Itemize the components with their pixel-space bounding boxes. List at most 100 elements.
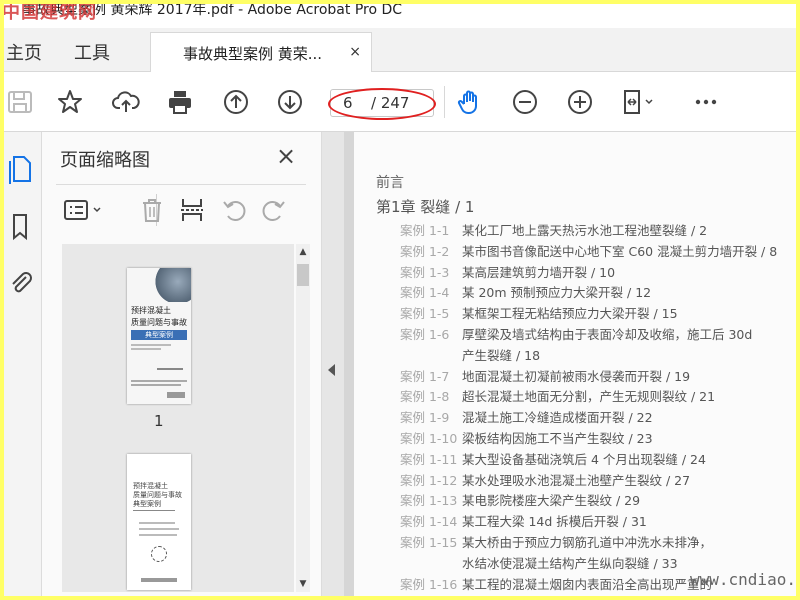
tab-tools[interactable]: 工具 xyxy=(74,39,110,65)
toolbar: 6 / 247 xyxy=(4,72,796,132)
cover-subtitle-line xyxy=(131,348,161,350)
toc-entry-text: 厚壁梁及墙式结构由于表面冷却及收缩，施工后 30d xyxy=(462,327,753,342)
options-menu-icon[interactable] xyxy=(62,194,106,226)
rotate-left-icon[interactable] xyxy=(218,194,250,226)
cover-bottom-line xyxy=(131,384,181,386)
toc-entry-label: 案例 1-10 xyxy=(400,431,458,446)
scrollbar-thumb[interactable] xyxy=(297,264,309,286)
cover-author-line xyxy=(157,368,183,370)
title-page-emblem xyxy=(151,546,167,562)
toc-entry-label: 案例 1-4 xyxy=(400,285,450,300)
page-number-field[interactable]: 6 / 247 xyxy=(330,89,434,117)
toc-entry-text: 某水处理吸水池混凝土池壁产生裂纹 / 27 xyxy=(462,473,691,488)
cover-title-line2: 质量问题与事故 xyxy=(131,318,187,327)
toc-entry-label: 案例 1-13 xyxy=(400,493,458,508)
toc-entry: 案例 1-6 厚壁梁及墙式结构由于表面冷却及收缩，施工后 30d xyxy=(400,324,752,343)
toc-entry: 案例 1-15 某大桥由于预应力钢筋孔道中冲洗水未排净， xyxy=(400,532,712,551)
close-tab-icon[interactable]: × xyxy=(349,44,361,60)
toc-entry-text: 某高层建筑剪力墙开裂 / 10 xyxy=(462,265,616,280)
toc-entry-text: 某化工厂地上露天热污水池工程池壁裂缝 / 2 xyxy=(462,223,708,238)
save-icon[interactable] xyxy=(4,86,36,118)
scroll-up-icon[interactable]: ▲ xyxy=(297,246,309,258)
close-panel-icon[interactable]: × xyxy=(276,142,296,170)
page-up-icon[interactable] xyxy=(220,86,252,118)
title-page-line3: 典型案例 xyxy=(133,500,161,508)
page-thumbnail-1[interactable]: 预拌混凝土 质量问题与事故 典型案例 xyxy=(127,268,191,404)
title-page-rule xyxy=(133,510,175,511)
toc-entry-text: 某框架工程无粘结预应力大梁开裂 / 15 xyxy=(462,306,678,321)
toc-entry-text: 超长混凝土地面无分割，产生无规则裂纹 / 21 xyxy=(462,389,716,404)
toc-entry-label: 案例 1-11 xyxy=(400,452,458,467)
toc-entry-label: 案例 1-7 xyxy=(400,369,450,384)
toc-entry: 案例 1-14 某工程大梁 14d 拆模后开裂 / 31 xyxy=(400,511,647,530)
toolbar-separator xyxy=(444,86,445,118)
cover-band: 典型案例 xyxy=(131,330,187,340)
toc-entry: 案例 1-13 某电影院楼座大梁产生裂纹 / 29 xyxy=(400,490,640,509)
toc-entry-label: 案例 1-2 xyxy=(400,244,450,259)
insert-page-icon[interactable] xyxy=(176,194,208,226)
thumbnail-panel: 页面缩略图 × 预拌混凝土 质量问题与事故 典型案例 1 预拌混凝土 质量问题与… xyxy=(42,132,322,596)
title-page-text-line xyxy=(139,528,179,530)
toc-entry-text: 某工程大梁 14d 拆模后开裂 / 31 xyxy=(462,514,647,529)
watermark-logo: 中国建筑网 xyxy=(4,4,97,23)
toc-entry-label: 案例 1-5 xyxy=(400,306,450,321)
tab-home[interactable]: 主页 xyxy=(6,39,42,65)
thumbnail-list[interactable]: 预拌混凝土 质量问题与事故 典型案例 1 预拌混凝土 质量问题与事故 典型案例 xyxy=(62,244,294,592)
toc-entry-label: 案例 1-3 xyxy=(400,265,450,280)
thumbnail-scrollbar[interactable]: ▲ ▼ xyxy=(296,244,310,592)
title-page-publisher xyxy=(141,578,177,582)
hand-icon[interactable] xyxy=(454,86,486,118)
cover-subtitle-line xyxy=(131,344,171,346)
rotate-right-icon[interactable] xyxy=(258,194,290,226)
upload-icon[interactable] xyxy=(110,86,142,118)
attachment-icon[interactable] xyxy=(6,268,36,298)
scroll-down-icon[interactable]: ▼ xyxy=(297,578,309,590)
panel-divider xyxy=(56,184,306,185)
toc-entry-label: 案例 1-16 xyxy=(400,577,458,592)
acrobat-window: 中国建筑网 事故典型案例 黄荣辉 2017年.pdf - Adobe Acrob… xyxy=(4,4,796,596)
document-page: 前言 第1章 裂缝 / 1 案例 1-1 某化工厂地上露天热污水池工程池壁裂缝 /… xyxy=(354,132,796,596)
star-icon[interactable] xyxy=(54,86,86,118)
more-icon[interactable] xyxy=(690,86,722,118)
document-view[interactable]: 前言 第1章 裂缝 / 1 案例 1-1 某化工厂地上露天热污水池工程池壁裂缝 /… xyxy=(344,132,796,596)
toc-entry: 案例 1-1 某化工厂地上露天热污水池工程池壁裂缝 / 2 xyxy=(400,220,707,239)
toc-entry-text: 某 20m 预制预应力大梁开裂 / 12 xyxy=(462,285,652,300)
toc-entry-text: 水结冰使混凝土结构产生纵向裂缝 / 33 xyxy=(462,556,678,571)
toc-entry: 水结冰使混凝土结构产生纵向裂缝 / 33 xyxy=(400,553,678,572)
collapse-panel-icon[interactable] xyxy=(328,364,335,376)
watermark-url: www.cndiao.com xyxy=(690,570,796,589)
panel-splitter[interactable] xyxy=(322,132,344,596)
preface-heading: 前言 xyxy=(376,175,404,191)
toc-entry: 案例 1-16 某工程的混凝土烟囱内表面沿全高出现严重的 xyxy=(400,574,712,593)
title-page-line2: 质量问题与事故 xyxy=(133,491,182,499)
toc-entry-text: 某大桥由于预应力钢筋孔道中冲洗水未排净， xyxy=(462,535,713,550)
toc-entry-text: 梁板结构因施工不当产生裂纹 / 23 xyxy=(462,431,653,446)
zoom-in-icon[interactable] xyxy=(564,86,596,118)
toc-entry-text: 混凝土施工冷缝造成楼面开裂 / 22 xyxy=(462,410,653,425)
delete-icon[interactable] xyxy=(136,194,168,226)
toc-entry: 案例 1-4 某 20m 预制预应力大梁开裂 / 12 xyxy=(400,282,651,301)
toc-entry: 案例 1-10 梁板结构因施工不当产生裂纹 / 23 xyxy=(400,428,653,447)
toc-entry-label: 案例 1-8 xyxy=(400,389,450,404)
print-icon[interactable] xyxy=(164,86,196,118)
current-page-input[interactable]: 6 xyxy=(343,94,353,112)
toc-entry-label: 案例 1-1 xyxy=(400,223,450,238)
page-thumbnails-icon[interactable] xyxy=(6,154,36,184)
fit-page-icon[interactable] xyxy=(618,86,658,118)
toc-entry-text: 某电影院楼座大梁产生裂纹 / 29 xyxy=(462,493,641,508)
page-thumbnail-2[interactable]: 预拌混凝土 质量问题与事故 典型案例 xyxy=(127,454,191,590)
tab-document[interactable]: 事故典型案例 黄荣... × xyxy=(150,32,372,72)
publisher-logo xyxy=(167,392,185,398)
title-page-text-line xyxy=(139,534,177,536)
bookmark-icon[interactable] xyxy=(6,212,36,242)
page-down-icon[interactable] xyxy=(274,86,306,118)
toc-entry-label: 案例 1-9 xyxy=(400,410,450,425)
zoom-out-icon[interactable] xyxy=(509,86,541,118)
toc-entry: 案例 1-8 超长混凝土地面无分割，产生无规则裂纹 / 21 xyxy=(400,386,715,405)
title-page-line1: 预拌混凝土 xyxy=(133,482,168,490)
total-pages-label: / 247 xyxy=(371,94,410,112)
tab-bar: 主页 工具 事故典型案例 黄荣... × xyxy=(4,28,796,72)
thumbnail-page-number: 1 xyxy=(154,412,164,430)
cover-title-line1: 预拌混凝土 xyxy=(131,306,171,315)
title-page-text-line xyxy=(139,522,175,524)
